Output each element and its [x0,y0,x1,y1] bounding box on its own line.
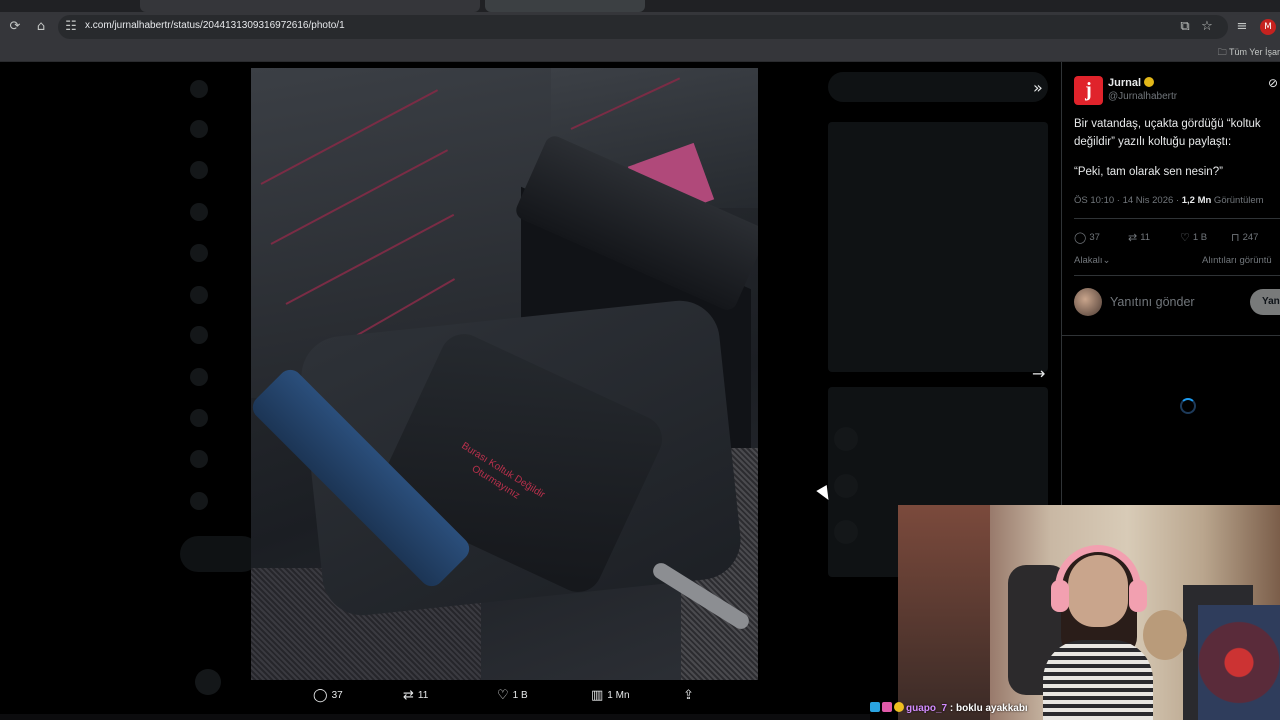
relevant-sort-dropdown[interactable]: Alakalı⌄ [1074,255,1110,266]
repost-action[interactable]: ⇄ 11 [403,688,428,703]
share-icon: ⇪ [683,688,694,703]
heart-icon: ♡ [1180,231,1190,244]
media-control-icon[interactable]: ≡ [1233,18,1251,36]
suggested-avatar-3 [834,520,858,544]
like-action[interactable]: ♡ 1 B [1180,231,1207,244]
profile-avatar[interactable]: M [1260,19,1276,35]
suggested-avatar-2 [834,474,858,498]
reply-icon: ◯ [313,688,328,703]
more-nav-icon [190,492,208,510]
site-info-icon[interactable]: ☷ [62,18,80,36]
author-handle[interactable]: @Jurnalhabertr [1108,91,1177,102]
verified-badge-icon [1144,77,1155,87]
browser-toolbar: ⟳ ⌂ ☷ x.com/jurnalhabertr/status/2044131… [0,12,1280,42]
like-action[interactable]: ♡ 1 B [497,688,528,703]
next-photo-arrow-icon[interactable]: → [1032,364,1045,383]
folder-icon: 🗀 [1217,47,1229,57]
chat-message: guapo_7 : boklu ayakkabı [870,702,1028,718]
webcam-blanket-shape [1198,605,1280,720]
chat-badge-icon [894,702,904,712]
taskbar-edge [0,714,870,720]
bookmark-icon: ⊓ [1231,231,1240,244]
reload-icon[interactable]: ⟳ [6,18,24,36]
suggested-avatar-1 [834,427,858,451]
x-logo-icon [190,80,208,98]
repost-icon: ⇄ [403,688,414,703]
home-icon[interactable]: ⌂ [32,18,50,36]
views-chart-icon: ▥ [591,688,604,703]
photo-action-bar: ◯ 37 ⇄ 11 ♡ 1 B ▥ 1 Mn ⇪ [251,680,758,712]
reply-icon: ◯ [1074,231,1087,244]
tweet-timestamp: ÖS 10:10 · 14 Nis 2026 · 1,2 Mn Görüntül… [1074,195,1264,206]
bookmarks-nav-icon [190,326,208,344]
browser-tab-active[interactable] [485,0,645,12]
views-action[interactable]: ▥ 1 Mn [591,688,630,703]
bookmarks-bar: 🗀 Tüm Yer İşar [0,42,1280,62]
reply-input[interactable]: Yanıtını gönder [1110,295,1195,309]
browser-tab[interactable] [140,0,480,12]
headset-ear-right [1129,580,1147,612]
grok-icon[interactable]: ⊘ [1268,76,1278,90]
webcam-overlay [898,505,1280,720]
collapse-panel-icon[interactable]: » [1033,78,1043,97]
divider [1074,218,1280,219]
bookmark-star-icon[interactable]: ☆ [1198,18,1216,36]
address-bar[interactable]: ☷ x.com/jurnalhabertr/status/20441313093… [58,15,1228,39]
chevron-down-icon: ⌄ [1102,255,1111,266]
profile-nav-icon [190,450,208,468]
tweet-photo[interactable]: Burası Koltuk Değildir Oturmayınız [251,68,758,680]
repost-icon: ⇄ [1128,231,1138,244]
divider [1074,275,1280,276]
webcam-door-shape [898,505,990,720]
tweet-action-bar: ◯ 37 ⇄ 11 ♡ 1 B ⊓ 247 [1074,231,1280,245]
reply-action[interactable]: ◯ 37 [1074,231,1100,244]
post-button-ghost [180,536,260,572]
tab-strip [0,0,1280,12]
jobs-nav-icon [190,368,208,386]
user-avatar [1074,288,1102,316]
view-quotes-link[interactable]: Alıntıları görüntü [1202,255,1272,266]
author-avatar[interactable]: j [1074,76,1103,105]
url-text: x.com/jurnalhabertr/status/2044131309316… [85,20,345,31]
streamer-shirt-shape [1043,640,1153,720]
reply-composer: Yanıtını gönder Yanıtla [1074,288,1280,318]
reply-action[interactable]: ◯ 37 [313,688,343,703]
tweet-quote-line: “Peki, tam olarak sen nesin?” [1074,166,1223,178]
chat-badge-icon [882,702,892,712]
reply-button[interactable]: Yanıtla [1250,289,1280,315]
webcam-streamer [1043,545,1153,720]
chat-username: guapo_7 [906,703,948,714]
author-name[interactable]: Jurnal [1108,77,1155,89]
divider [1062,335,1280,336]
share-action[interactable]: ⇪ [683,688,694,703]
chat-badge-icon [870,702,880,712]
explore-nav-icon [190,161,208,179]
all-bookmarks-folder[interactable]: 🗀 Tüm Yer İşar [1218,45,1280,61]
premium-nav-icon [190,409,208,427]
notifications-nav-icon [190,203,208,221]
tweet-text: Bir vatandaş, uçakta gördüğü “koltuk değ… [1074,118,1261,148]
repost-action[interactable]: ⇄ 11 [1128,231,1150,244]
grok-nav-icon [190,286,208,304]
home-nav-icon [190,120,208,138]
bookmark-action[interactable]: ⊓ 247 [1231,231,1258,244]
search-box-ghost [828,72,1048,102]
headset-ear-left [1051,580,1069,612]
trends-card-ghost [828,122,1048,372]
account-avatar-ghost [195,669,221,695]
install-app-icon[interactable]: ⧉ [1176,18,1194,36]
heart-icon: ♡ [497,688,509,703]
chat-text: : boklu ayakkabı [947,703,1028,714]
messages-nav-icon [190,244,208,262]
loading-spinner-icon [1180,398,1196,414]
